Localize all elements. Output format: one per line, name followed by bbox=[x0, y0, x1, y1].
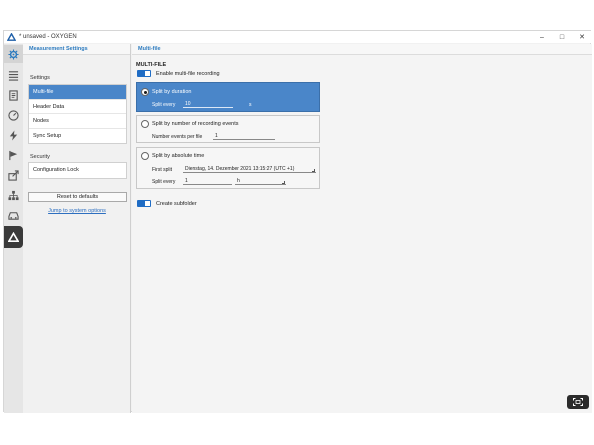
events-per-file-label: Number events per file bbox=[152, 134, 203, 140]
main-header: Multi-file bbox=[132, 44, 592, 55]
first-split-datetime-input[interactable]: Dienstag, 14. Dezember 2021 13:15:27 (UT… bbox=[183, 165, 316, 173]
window-title: * unsaved - OXYGEN bbox=[19, 34, 77, 40]
settings-item-header-data[interactable]: Header Data bbox=[29, 100, 126, 114]
create-subfolder-label: Create subfolder bbox=[156, 201, 197, 207]
app-logo-icon bbox=[7, 32, 16, 41]
events-per-file-input[interactable]: 1 bbox=[213, 132, 275, 140]
nav-export[interactable] bbox=[4, 166, 23, 184]
list-icon bbox=[8, 70, 19, 81]
nav-documents[interactable] bbox=[4, 86, 23, 104]
document-icon bbox=[9, 89, 18, 101]
window-controls: – □ ✕ bbox=[532, 31, 592, 43]
first-split-value: Dienstag, 14. Dezember 2021 13:15:27 (UT… bbox=[185, 166, 295, 172]
option-split-by-absolute-time[interactable]: Split by absolute time First split Diens… bbox=[136, 147, 320, 189]
export-icon bbox=[8, 169, 19, 181]
network-icon bbox=[8, 190, 19, 200]
nav-settings[interactable] bbox=[4, 45, 23, 63]
security-list: Configuration Lock bbox=[28, 162, 127, 179]
duration-radio[interactable] bbox=[141, 88, 149, 96]
nav-rail bbox=[4, 44, 23, 413]
absolute-split-every-label: Split every bbox=[152, 179, 176, 185]
option-split-by-duration[interactable]: Split by duration Split every 10 s bbox=[136, 82, 320, 112]
close-button[interactable]: ✕ bbox=[572, 31, 592, 43]
resize-corner-icon bbox=[312, 169, 315, 172]
duration-label: Split by duration bbox=[152, 89, 192, 95]
main-content: Multi-file MULTI-FILE Enable multi-file … bbox=[132, 44, 592, 413]
security-item-configuration-lock[interactable]: Configuration Lock bbox=[29, 163, 126, 178]
reset-defaults-button[interactable]: Reset to defaults bbox=[28, 192, 127, 202]
absolute-split-every-input[interactable]: 1 bbox=[183, 177, 232, 185]
car-icon bbox=[8, 211, 19, 220]
create-subfolder-toggle[interactable] bbox=[137, 200, 151, 207]
nav-dewesoft[interactable] bbox=[4, 226, 23, 248]
duration-unit: s bbox=[249, 102, 252, 108]
option-split-by-events[interactable]: Split by number of recording events Numb… bbox=[136, 115, 320, 143]
flash-icon bbox=[9, 129, 18, 141]
absolute-label: Split by absolute time bbox=[152, 153, 205, 159]
settings-list: Multi-file Header Data Nodes Sync Setup bbox=[28, 84, 127, 144]
minimize-button[interactable]: – bbox=[532, 31, 552, 43]
flag-icon bbox=[9, 150, 18, 160]
triangle-logo-icon bbox=[8, 231, 19, 242]
nav-network[interactable] bbox=[4, 186, 23, 204]
fullscreen-button[interactable] bbox=[567, 395, 589, 409]
select-corner-icon bbox=[282, 181, 285, 184]
duration-split-every-label: Split every bbox=[152, 102, 176, 108]
settings-panel: Measurement Settings Settings Multi-file… bbox=[23, 44, 131, 413]
enable-multifile-toggle[interactable] bbox=[137, 70, 151, 77]
security-section-label: Security bbox=[30, 154, 50, 160]
absolute-unit-value: h bbox=[237, 178, 240, 184]
settings-item-sync-setup[interactable]: Sync Setup bbox=[29, 129, 126, 144]
first-split-label: First split bbox=[152, 167, 172, 173]
enable-multifile-label: Enable multi-file recording bbox=[156, 71, 220, 77]
settings-panel-header: Measurement Settings bbox=[23, 44, 130, 55]
nav-markers[interactable] bbox=[4, 146, 23, 164]
events-radio[interactable] bbox=[141, 120, 149, 128]
absolute-unit-select[interactable]: h bbox=[235, 177, 286, 185]
settings-item-nodes[interactable]: Nodes bbox=[29, 114, 126, 129]
settings-section-label: Settings bbox=[30, 75, 50, 81]
title-bar: * unsaved - OXYGEN – □ ✕ bbox=[4, 31, 592, 43]
fullscreen-icon bbox=[573, 398, 583, 406]
nav-vehicle[interactable] bbox=[4, 206, 23, 224]
duration-split-every-input[interactable]: 10 bbox=[183, 100, 233, 108]
nav-channels[interactable] bbox=[4, 66, 23, 84]
settings-item-multi-file[interactable]: Multi-file bbox=[29, 85, 126, 100]
maximize-button[interactable]: □ bbox=[552, 31, 572, 43]
gear-icon bbox=[8, 48, 19, 60]
nav-trigger[interactable] bbox=[4, 126, 23, 144]
events-label: Split by number of recording events bbox=[152, 121, 239, 127]
section-title: MULTI-FILE bbox=[136, 62, 167, 68]
app-window: * unsaved - OXYGEN – □ ✕ Measurement Set… bbox=[3, 30, 592, 413]
nav-instruments[interactable] bbox=[4, 106, 23, 124]
absolute-radio[interactable] bbox=[141, 152, 149, 160]
gauge-icon bbox=[8, 109, 19, 121]
jump-system-options-link[interactable]: Jump to system options bbox=[23, 208, 131, 214]
